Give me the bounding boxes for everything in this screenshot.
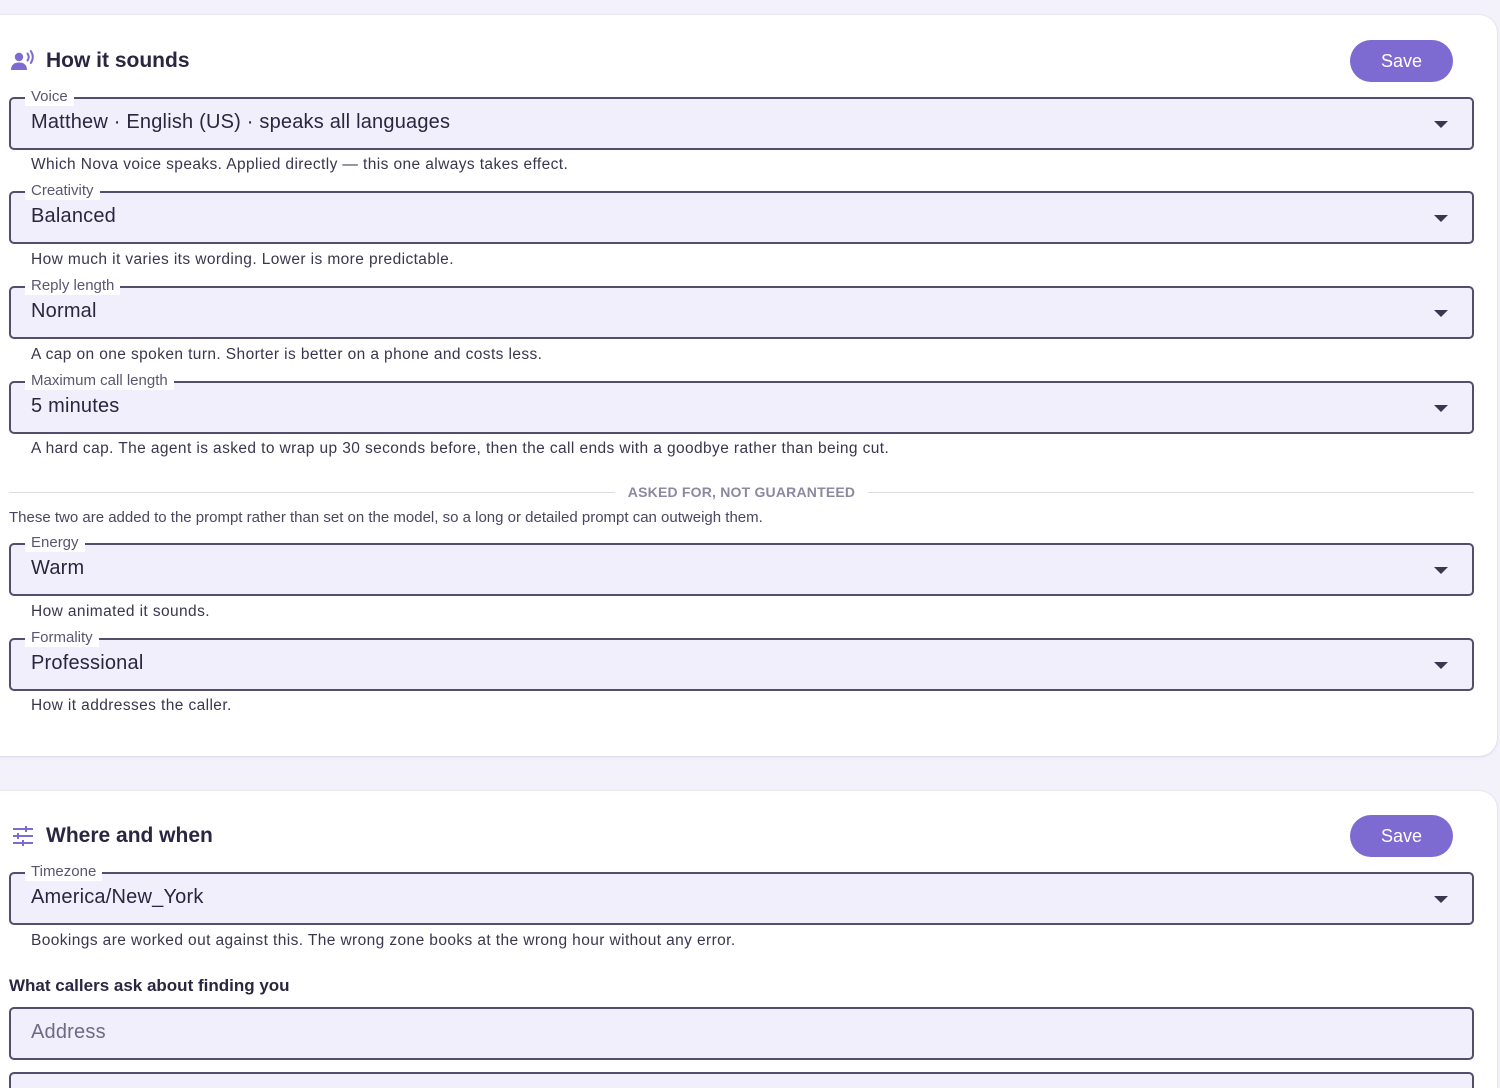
address-placeholder: Address [31, 1021, 106, 1043]
voice-helper-text: Which Nova voice speaks. Applied directl… [31, 156, 569, 173]
voice-select[interactable]: Voice Matthew · English (US) · speaks al… [9, 88, 1474, 150]
field-label: Energy [25, 534, 85, 552]
voice-person-icon [10, 48, 36, 74]
chevron-down-icon [1434, 662, 1448, 669]
section-divider: ASKED FOR, NOT GUARANTEED [9, 482, 1475, 502]
card-header: Where and when Save [10, 815, 1453, 857]
creativity-select[interactable]: Creativity Balanced [9, 182, 1474, 244]
address-input[interactable]: Address [9, 1007, 1474, 1060]
field-value: 5 minutes [31, 395, 120, 417]
tune-sliders-icon [10, 823, 36, 849]
max-call-length-helper-text: A hard cap. The agent is asked to wrap u… [31, 440, 890, 457]
field-label: Creativity [25, 182, 100, 200]
timezone-helper-text: Bookings are worked out against this. Th… [31, 932, 736, 949]
save-button[interactable]: Save [1350, 40, 1453, 82]
chevron-down-icon [1434, 896, 1448, 903]
where-and-when-card: Where and when Save Timezone America/New… [0, 791, 1497, 1088]
save-button[interactable]: Save [1350, 815, 1453, 857]
field-value: Matthew · English (US) · speaks all lang… [31, 111, 451, 133]
field-value: Warm [31, 557, 85, 579]
divider-label: ASKED FOR, NOT GUARANTEED [627, 484, 856, 500]
field-label: Voice [25, 88, 74, 106]
max-call-length-select[interactable]: Maximum call length 5 minutes [9, 372, 1474, 434]
timezone-select[interactable]: Timezone America/New_York [9, 863, 1474, 925]
reply-length-helper-text: A cap on one spoken turn. Shorter is bet… [31, 346, 543, 363]
field-label: Formality [25, 629, 99, 647]
card-title: How it sounds [46, 49, 190, 72]
card-header: How it sounds Save [10, 40, 1453, 82]
field-value: America/New_York [31, 886, 204, 908]
field-value: Balanced [31, 205, 116, 227]
reply-length-select[interactable]: Reply length Normal [9, 277, 1474, 339]
chevron-down-icon [1434, 405, 1448, 412]
field-value: Professional [31, 652, 144, 674]
energy-select[interactable]: Energy Warm [9, 534, 1474, 596]
card-title: Where and when [46, 824, 213, 847]
field-label: Reply length [25, 277, 121, 295]
field-label: Maximum call length [25, 372, 174, 390]
divider-line [868, 491, 1475, 493]
chevron-down-icon [1434, 567, 1448, 574]
energy-helper-text: How animated it sounds. [31, 603, 210, 620]
divider-line [9, 491, 615, 493]
chevron-down-icon [1434, 215, 1448, 222]
creativity-helper-text: How much it varies its wording. Lower is… [31, 251, 454, 268]
divider-note: These two are added to the prompt rather… [9, 509, 763, 526]
chevron-down-icon [1434, 121, 1448, 128]
field-label: Timezone [25, 863, 103, 881]
field-value: Normal [31, 300, 97, 322]
how-it-sounds-card: How it sounds Save Voice Matthew · Engli… [0, 15, 1497, 756]
finding-section-label: What callers ask about finding you [9, 976, 290, 995]
next-input[interactable] [9, 1072, 1474, 1088]
formality-helper-text: How it addresses the caller. [31, 697, 232, 714]
formality-select[interactable]: Formality Professional [9, 629, 1474, 691]
chevron-down-icon [1434, 310, 1448, 317]
